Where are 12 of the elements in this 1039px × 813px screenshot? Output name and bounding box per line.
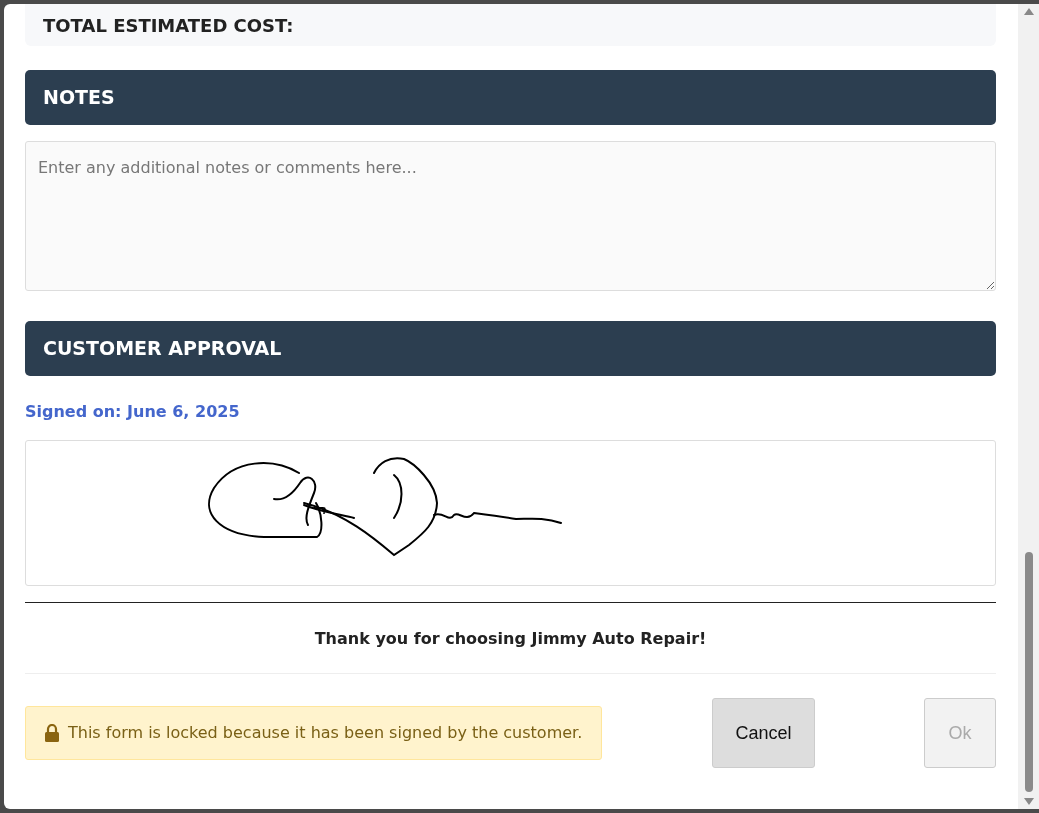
scrollbar-thumb[interactable] <box>1024 552 1033 792</box>
section-header: NOTES <box>25 70 996 125</box>
dialog-button[interactable]: Cancel <box>712 698 815 768</box>
total-cost-label: TOTAL ESTIMATED COST: <box>43 13 294 38</box>
section-header: CUSTOMER APPROVAL <box>25 321 996 376</box>
thank-you-text: Thank you for choosing Jimmy Auto Repair! <box>313 628 708 650</box>
lock-message: This form is locked because it has been signed by the customer. <box>68 722 583 744</box>
notes-field[interactable]: Enter any additional notes or comments here... <box>25 141 996 291</box>
scroll-down-arrow[interactable] <box>1023 798 1034 805</box>
lock-icon <box>44 724 60 742</box>
scroll-up-arrow[interactable] <box>1023 8 1034 15</box>
signed-date: Signed on: June 6, 2025 <box>25 401 241 423</box>
